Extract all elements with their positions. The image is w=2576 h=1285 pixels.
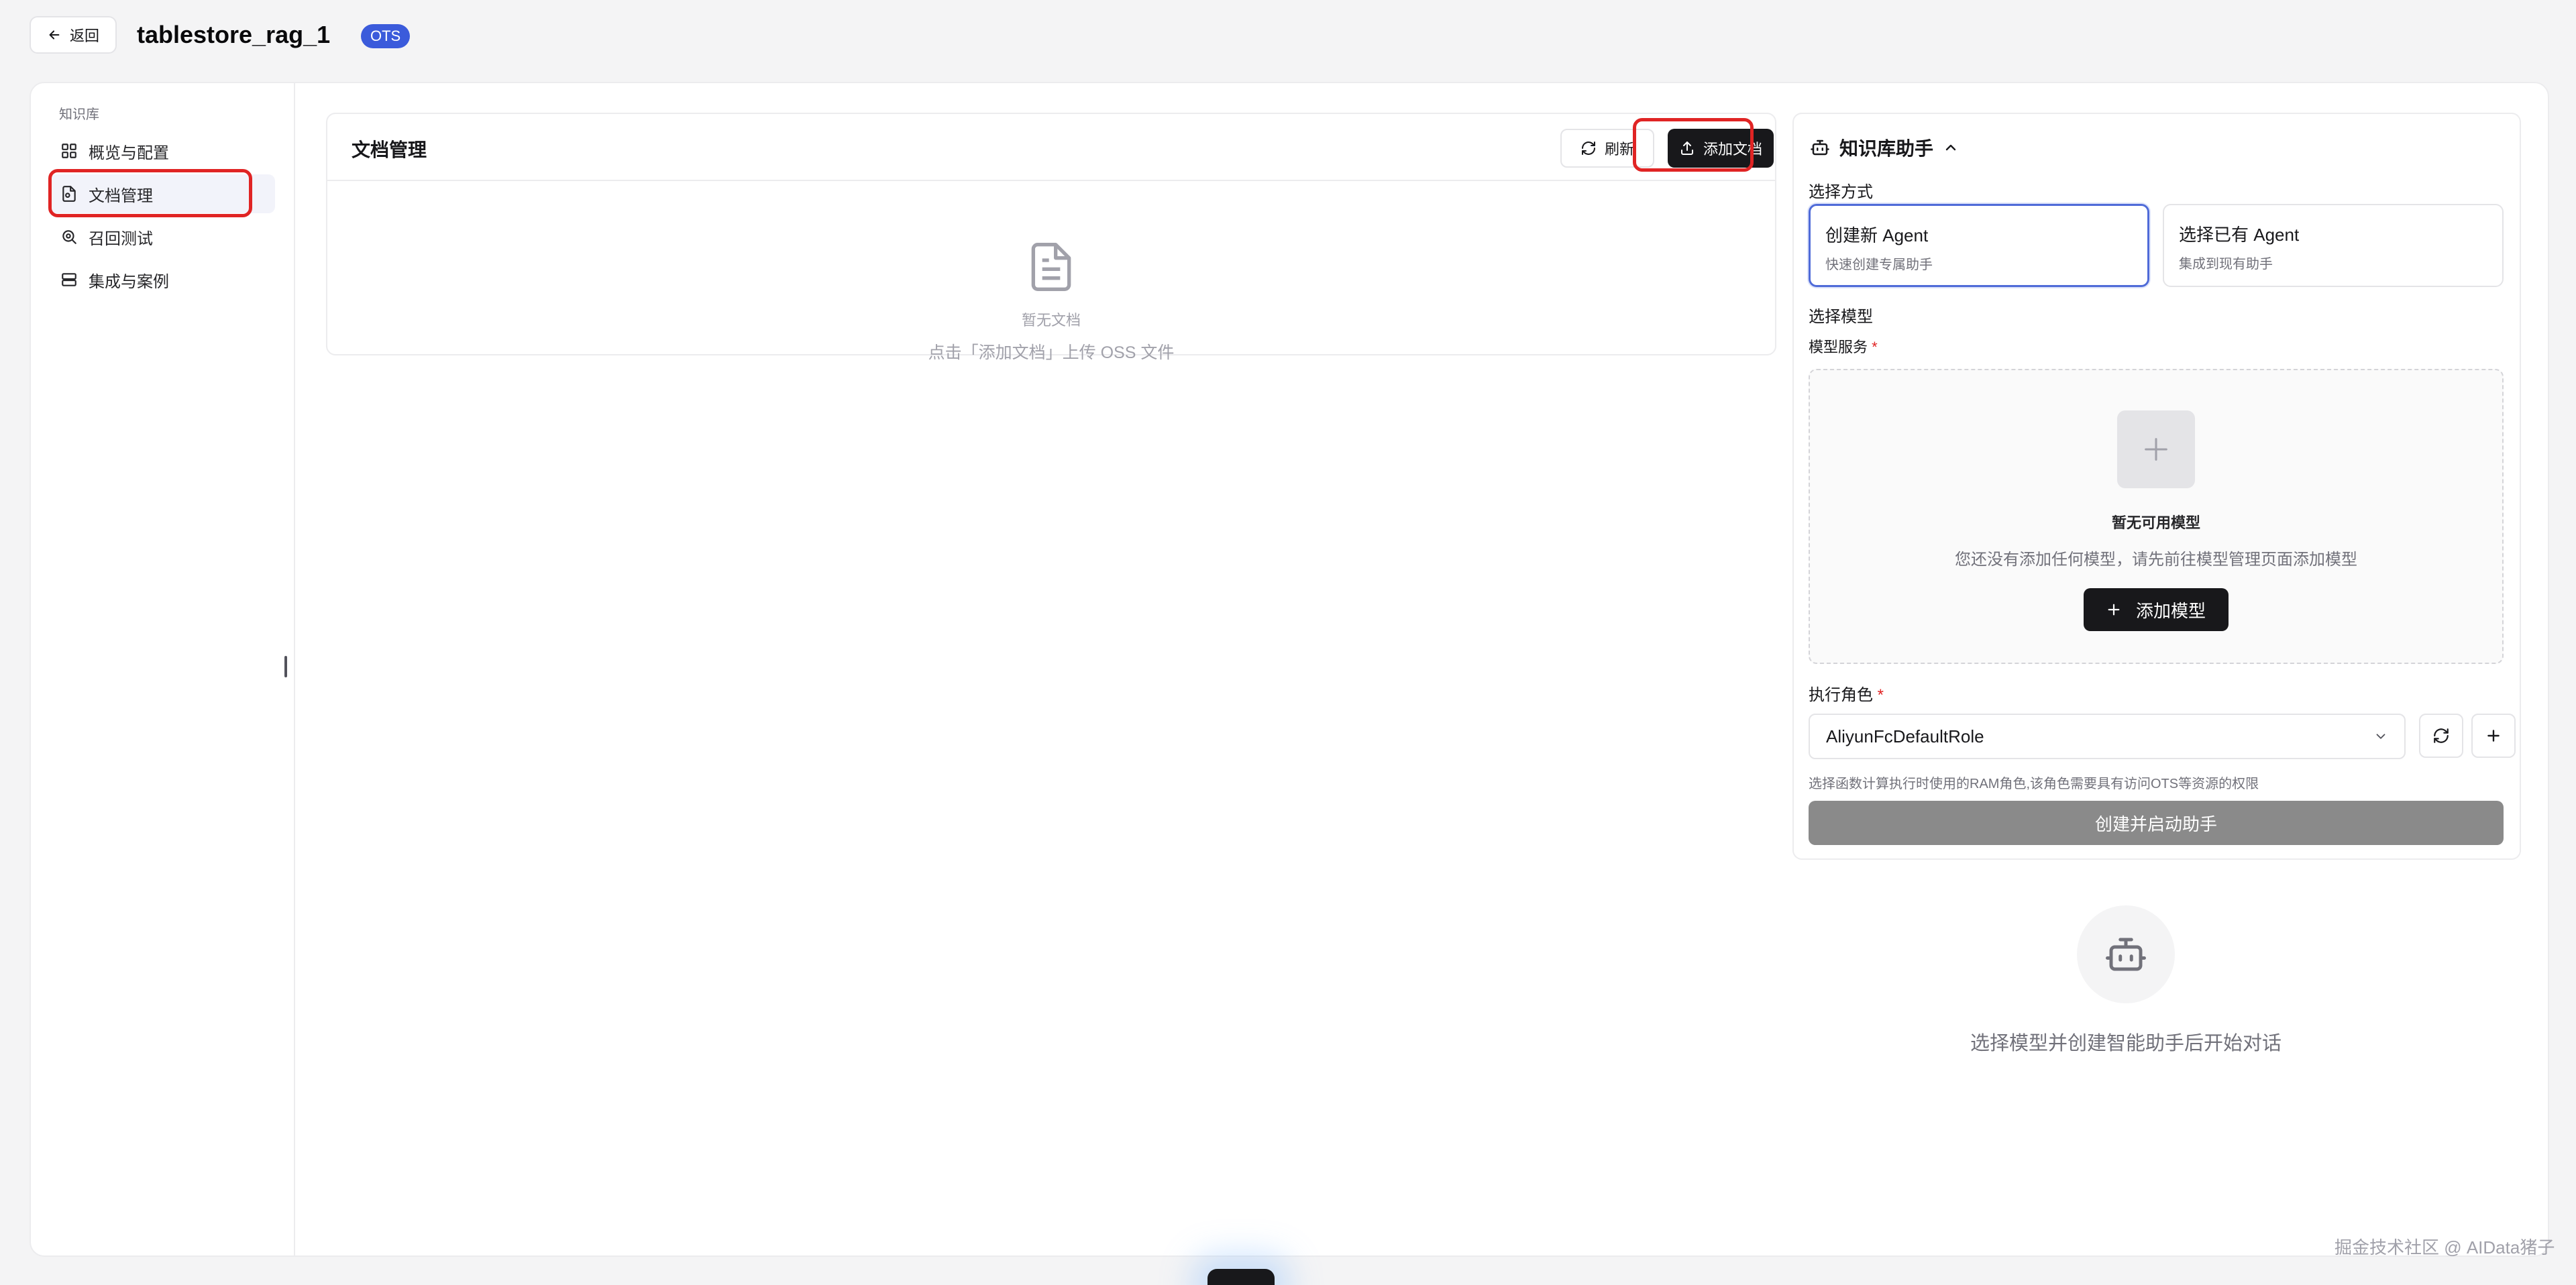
refresh-roles-button[interactable] bbox=[2419, 714, 2463, 758]
role-select-value: AliyunFcDefaultRole bbox=[1826, 726, 1984, 746]
knowledge-base-name: tablestore_rag_1 bbox=[137, 21, 331, 48]
mode-title: 创建新 Agent bbox=[1825, 225, 1929, 245]
search-icon bbox=[60, 228, 78, 245]
sidebar-item-label: 概览与配置 bbox=[89, 144, 169, 162]
sidebar-item-overview[interactable]: 概览与配置 bbox=[50, 131, 275, 170]
model-empty-state: 暂无可用模型 您还没有添加任何模型，请先前往模型管理页面添加模型 添加模型 bbox=[1809, 369, 2504, 664]
no-model-title: 暂无可用模型 bbox=[2111, 514, 2200, 531]
add-role-button[interactable] bbox=[2471, 714, 2516, 758]
document-empty-state: 暂无文档 点击「添加文档」上传 OSS 文件 bbox=[327, 181, 1775, 362]
sidebar-item-label: 文档管理 bbox=[89, 186, 153, 205]
resize-handle[interactable] bbox=[284, 656, 287, 677]
role-select[interactable]: AliyunFcDefaultRole bbox=[1809, 714, 2406, 759]
server-icon bbox=[60, 271, 78, 288]
chat-empty-text: 选择模型并创建智能助手后开始对话 bbox=[1970, 1033, 2282, 1054]
add-document-label: 添加文档 bbox=[1703, 141, 1762, 158]
refresh-button[interactable]: 刷新 bbox=[1560, 129, 1654, 168]
refresh-label: 刷新 bbox=[1604, 141, 1634, 158]
plus-icon bbox=[2106, 602, 2121, 617]
plus-icon bbox=[2485, 727, 2502, 744]
sidebar-item-recall-test[interactable]: 召回测试 bbox=[50, 217, 275, 256]
type-badge: OTS bbox=[361, 24, 411, 48]
document-card: 文档管理 刷新 添加文档 暂无文档 点击「添加文档」上传 OSS 文件 bbox=[326, 113, 1776, 362]
document-card-title: 文档管理 bbox=[352, 139, 427, 160]
assistant-header[interactable]: 知识库助手 bbox=[1810, 134, 1959, 161]
empty-state-hint: 点击「添加文档」上传 OSS 文件 bbox=[928, 343, 1175, 362]
grid-icon bbox=[60, 142, 78, 160]
back-label: 返回 bbox=[69, 27, 99, 44]
required-mark: * bbox=[1872, 339, 1878, 355]
chevron-down-icon bbox=[2373, 729, 2388, 744]
mode-subtitle: 快速创建专属助手 bbox=[1825, 258, 1933, 272]
sidebar-item-label: 召回测试 bbox=[89, 229, 153, 248]
empty-state-title: 暂无文档 bbox=[1021, 312, 1081, 329]
add-model-button[interactable]: 添加模型 bbox=[2084, 588, 2229, 631]
mode-title: 选择已有 Agent bbox=[2179, 225, 2300, 245]
sidebar-item-integration[interactable]: 集成与案例 bbox=[50, 260, 275, 299]
add-model-label: 添加模型 bbox=[2135, 600, 2206, 621]
sidebar: 知识库 概览与配置 文档管理 召回测试 集成与案例 bbox=[31, 83, 295, 1255]
watermark: 掘金技术社区 @ AIData猪子 bbox=[2334, 1237, 2555, 1258]
upload-icon bbox=[1679, 140, 1695, 156]
role-label: 执行角色 * bbox=[1809, 686, 1884, 704]
floating-dock[interactable] bbox=[1208, 1269, 1275, 1285]
plus-icon bbox=[2117, 410, 2195, 488]
bot-icon bbox=[1810, 137, 1830, 158]
refresh-icon bbox=[2432, 727, 2450, 744]
no-model-hint: 您还没有添加任何模型，请先前往模型管理页面添加模型 bbox=[1955, 551, 2357, 569]
arrow-left-icon bbox=[47, 27, 62, 42]
file-text-icon bbox=[1024, 239, 1078, 295]
mode-label: 选择方式 bbox=[1809, 183, 1873, 201]
model-service-label: 模型服务 * bbox=[1809, 339, 1878, 355]
create-assistant-button[interactable]: 创建并启动助手 bbox=[1809, 801, 2504, 845]
document-card-header: 文档管理 刷新 添加文档 bbox=[327, 114, 1775, 181]
document-icon bbox=[60, 185, 78, 203]
main-shell: 知识库 概览与配置 文档管理 召回测试 集成与案例 文档管理 刷新 添加文档 暂… bbox=[30, 82, 2549, 1257]
sidebar-item-label: 集成与案例 bbox=[89, 272, 169, 291]
assistant-panel: 知识库助手 选择方式 创建新 Agent 快速创建专属助手 选择已有 Agent… bbox=[1792, 113, 2521, 860]
mode-create-new-agent[interactable]: 创建新 Agent 快速创建专属助手 bbox=[1809, 204, 2149, 287]
role-hint: 选择函数计算执行时使用的RAM角色,该角色需要具有访问OTS等资源的权限 bbox=[1809, 777, 2259, 791]
model-label: 选择模型 bbox=[1809, 308, 1873, 326]
bot-icon bbox=[2077, 905, 2175, 1003]
assistant-title: 知识库助手 bbox=[1839, 138, 1934, 159]
mode-subtitle: 集成到现有助手 bbox=[2179, 257, 2273, 272]
back-button[interactable]: 返回 bbox=[30, 16, 117, 54]
refresh-icon bbox=[1580, 140, 1597, 156]
sidebar-item-documents[interactable]: 文档管理 bbox=[50, 174, 275, 213]
chevron-up-icon bbox=[1943, 139, 1959, 156]
required-mark: * bbox=[1877, 686, 1884, 704]
add-document-button[interactable]: 添加文档 bbox=[1668, 129, 1774, 168]
sidebar-caption: 知识库 bbox=[59, 107, 99, 122]
mode-select-existing-agent[interactable]: 选择已有 Agent 集成到现有助手 bbox=[2163, 204, 2504, 287]
chat-empty-state: 选择模型并创建智能助手后开始对话 bbox=[1762, 905, 2490, 1056]
